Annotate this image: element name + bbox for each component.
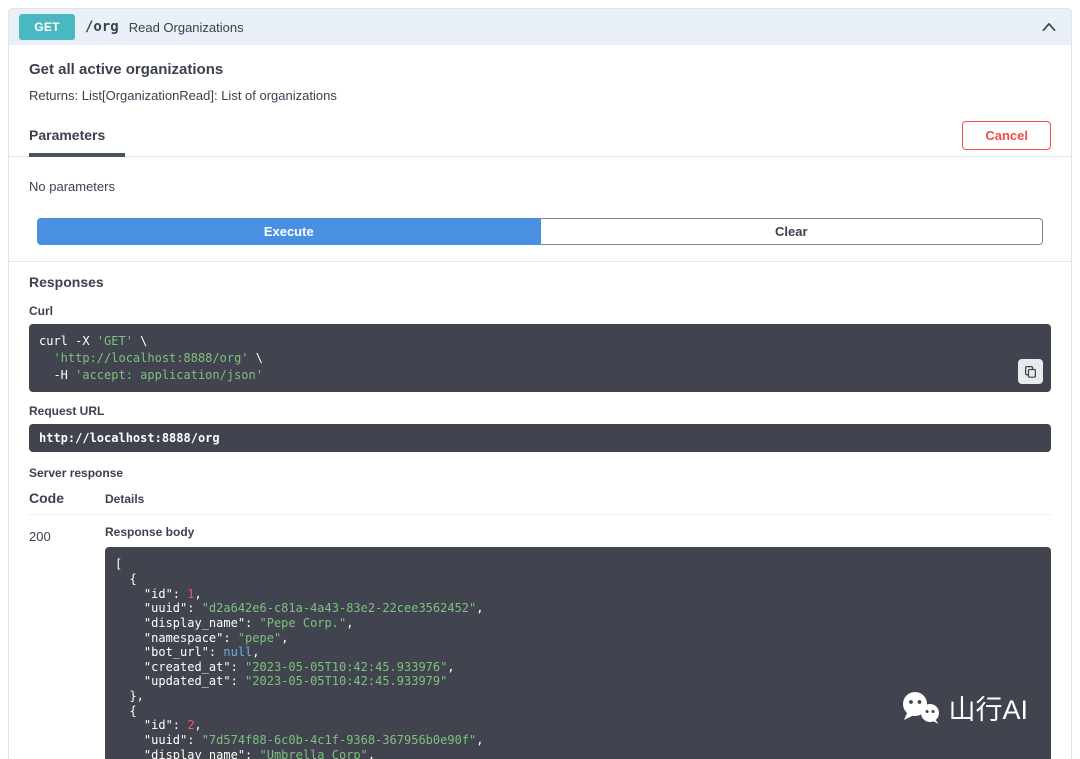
execute-row: Execute Clear — [9, 218, 1071, 261]
parameters-section-header: Parameters Cancel — [9, 103, 1071, 157]
operation-returns: Returns: List[OrganizationRead]: List of… — [29, 88, 337, 103]
response-body-json-text: [ { "id": 1, "uuid": "d2a642e6-c81a-4a43… — [115, 557, 484, 759]
request-url-label: Request URL — [29, 404, 105, 419]
endpoint-path: /org — [85, 19, 119, 35]
collapse-button[interactable] — [1039, 18, 1059, 36]
response-body-label: Response body — [105, 525, 195, 540]
operation-description-title: Get all active organizations — [29, 61, 224, 78]
swagger-page: GET /org Read Organizations Get all acti… — [0, 0, 1080, 759]
responses-body: Curl curl -X 'GET' \ 'http://localhost:8… — [9, 304, 1071, 759]
curl-label: Curl — [29, 304, 53, 318]
table-header-code: Code — [29, 490, 105, 516]
curl-command-text: curl -X 'GET' \ 'http://localhost:8888/o… — [39, 334, 263, 382]
http-method-badge: GET — [19, 14, 75, 40]
no-parameters-text: No parameters — [29, 179, 115, 194]
clear-button[interactable]: Clear — [540, 218, 1043, 245]
server-response-table: Code Details 200 Response body [ { "id":… — [29, 490, 1051, 759]
execute-button[interactable]: Execute — [37, 218, 541, 245]
operation-description: Get all active organizations Returns: Li… — [9, 45, 1071, 103]
curl-command-block: curl -X 'GET' \ 'http://localhost:8888/o… — [29, 324, 1051, 393]
server-response-label: Server response — [29, 466, 124, 481]
tab-parameters-label: Parameters — [29, 127, 106, 143]
request-url-text: http://localhost:8888/org — [39, 431, 220, 446]
opblock-summary-bar[interactable]: GET /org Read Organizations — [9, 9, 1071, 45]
cancel-button[interactable]: Cancel — [962, 121, 1051, 150]
response-status-code: 200 — [29, 529, 51, 545]
opblock-get-org: GET /org Read Organizations Get all acti… — [8, 8, 1072, 759]
table-header-details: Details — [105, 492, 1051, 516]
response-details-cell: Response body [ { "id": 1, "uuid": "d2a6… — [105, 515, 1051, 759]
copy-to-clipboard-button[interactable] — [1018, 359, 1043, 385]
request-url-block: http://localhost:8888/org — [29, 424, 1051, 453]
chevron-up-icon — [1041, 20, 1057, 34]
clipboard-icon — [1024, 365, 1037, 379]
response-body-block: [ { "id": 1, "uuid": "d2a642e6-c81a-4a43… — [105, 547, 1051, 759]
endpoint-summary: Read Organizations — [128, 19, 244, 35]
responses-heading: Responses — [9, 261, 1071, 300]
tab-parameters[interactable]: Parameters — [29, 127, 125, 157]
